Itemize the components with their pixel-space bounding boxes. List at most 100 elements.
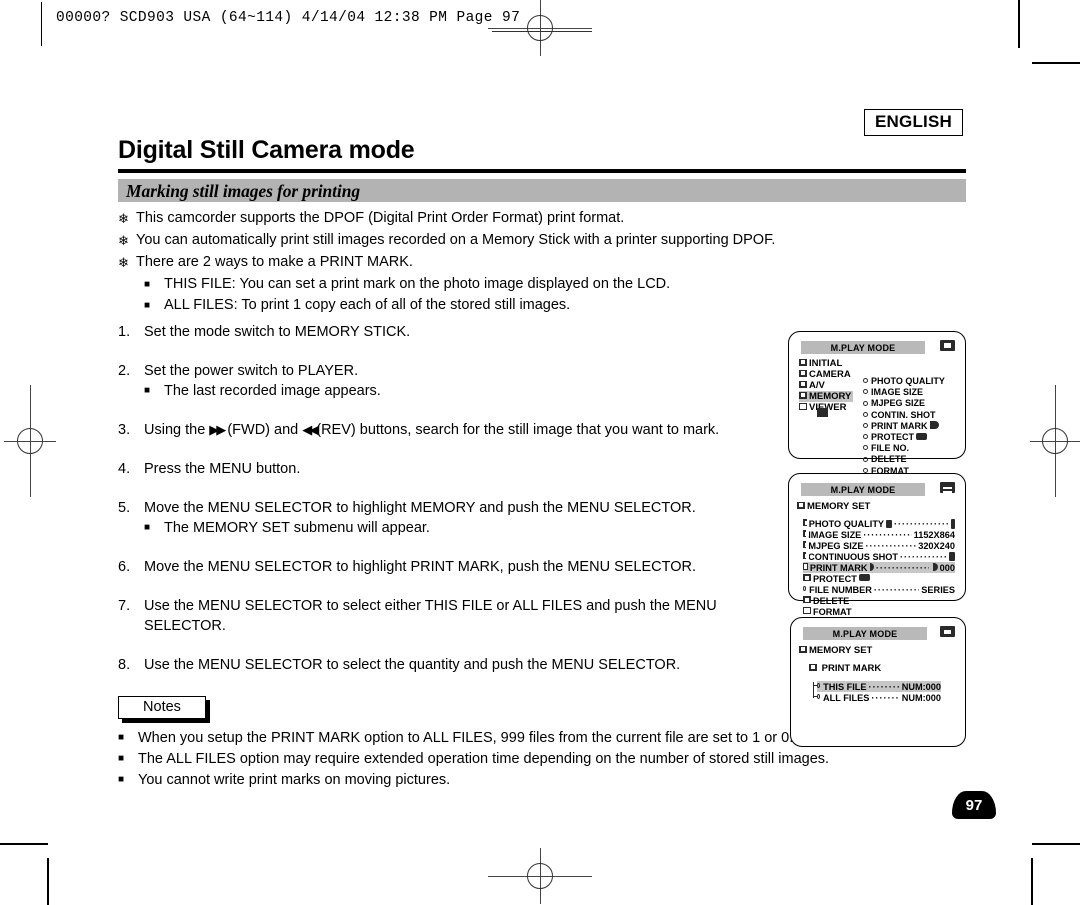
row-image-size[interactable]: IMAGE SIZE ·····························… <box>803 529 955 540</box>
battery-icon <box>951 518 955 529</box>
menu-label: A/V <box>809 380 825 391</box>
lcd-screen-print-mark: M.PLAY MODE MEMORY SET PRINT MARK THIS F… <box>790 617 966 747</box>
clover-bullet-icon: ❄ <box>118 211 129 226</box>
title-underline <box>118 169 966 173</box>
lcd-left-menu: INITIAL CAMERA A/V MEMORY VIEWER <box>799 358 854 413</box>
menu-item-initial[interactable]: INITIAL <box>799 358 853 369</box>
fast-forward-icon: ▶▶ <box>209 422 226 437</box>
photo-icon <box>940 626 955 637</box>
submenu-item-print-mark[interactable]: PRINT MARK <box>863 421 945 432</box>
row-photo-quality[interactable]: PHOTO QUALITY ··························… <box>803 518 955 529</box>
intro-bullet-text: You can automatically print still images… <box>136 232 776 248</box>
row-format[interactable]: FORMAT <box>803 606 955 617</box>
step-text: Using the ▶▶ (FWD) and ◀◀(REV) buttons, … <box>144 420 719 440</box>
step-text-fwd: (FWD) and <box>227 422 303 438</box>
menu-item-av[interactable]: A/V <box>799 380 853 391</box>
step-text: Set the power switch to PLAYER. <box>144 363 359 379</box>
square-bullet-icon: ■ <box>118 732 125 743</box>
submenu-label: PROTECT <box>871 432 915 443</box>
step-text: Press the MENU button. <box>144 461 301 477</box>
protect-icon <box>916 433 928 441</box>
step-number: 7. <box>118 598 131 614</box>
option-all-files[interactable]: ALL FILES ···················· NUM:000 <box>817 692 941 703</box>
step-text: Use the MENU SELECTOR to select either T… <box>144 598 717 634</box>
menu-item-memory[interactable]: MEMORY <box>799 391 854 402</box>
menu-item-camera[interactable]: CAMERA <box>799 369 853 380</box>
lcd-screen-memory-set: M.PLAY MODE MEMORY SET PHOTO QUALITY ···… <box>788 473 966 617</box>
folder-icon <box>799 391 807 399</box>
row-protect[interactable]: PROTECT <box>803 573 955 584</box>
row-mjpeg-size[interactable]: MJPEG SIZE ·····························… <box>803 540 955 551</box>
intro-bullet-text: This camcorder supports the DPOF (Digita… <box>136 210 625 226</box>
list-item: ■ The ALL FILES option may require exten… <box>118 749 908 769</box>
step-8: 8. Use the MENU SELECTOR to select the q… <box>118 655 778 675</box>
step-7: 7. Use the MENU SELECTOR to select eithe… <box>118 596 778 636</box>
folder-icon <box>799 380 807 388</box>
memory-set-list: PHOTO QUALITY ··························… <box>803 518 956 617</box>
row-file-number[interactable]: FILE NUMBER ····························… <box>803 584 955 595</box>
step-number: 1. <box>118 324 131 340</box>
leader-dots: ······························ <box>900 551 947 562</box>
step-number: 4. <box>118 461 131 477</box>
submenu-item-image-size[interactable]: IMAGE SIZE <box>863 387 945 398</box>
row-label: FILE NUMBER <box>809 584 872 595</box>
option-value: NUM:000 <box>901 681 941 692</box>
folder-icon <box>803 596 811 603</box>
memory-card-icon <box>940 340 955 351</box>
row-label: DELETE <box>813 595 850 606</box>
step-text: Use the MENU SELECTOR to select the quan… <box>144 657 681 673</box>
row-label: PROTECT <box>813 573 857 584</box>
submenu-item-photo-quality[interactable]: PHOTO QUALITY <box>863 376 945 387</box>
folder-icon <box>803 574 811 581</box>
notes-label: Notes <box>143 699 181 715</box>
submenu-item-delete[interactable]: DELETE <box>863 454 945 465</box>
heading-label: MEMORY SET <box>809 645 873 656</box>
memory-set-heading: MEMORY SET <box>797 501 870 512</box>
menu-label: INITIAL <box>809 358 843 369</box>
option-this-file[interactable]: THIS FILE ···················· NUM:000 <box>817 681 941 692</box>
row-value: 1152X864 <box>913 529 955 540</box>
page-title: Digital Still Camera mode <box>118 136 415 164</box>
square-bullet-icon: ■ <box>118 753 125 764</box>
note-text: You cannot write print marks on moving p… <box>138 772 451 788</box>
submenu-label: DELETE <box>871 454 907 465</box>
radio-icon <box>803 586 807 591</box>
row-continuous-shot[interactable]: CONTINUOUS SHOT ························… <box>803 551 956 562</box>
option-label: THIS FILE <box>823 681 867 692</box>
row-delete[interactable]: DELETE <box>803 595 955 606</box>
step-2: 2. Set the power switch to PLAYER. <box>118 361 778 381</box>
row-label: CONTINUOUS SHOT <box>808 551 899 562</box>
leader-dots: ······························ <box>894 518 950 529</box>
submenu-item-mjpeg-size[interactable]: MJPEG SIZE <box>863 398 945 409</box>
lcd-title-bar: M.PLAY MODE <box>801 341 925 354</box>
leader-dots: ······························ <box>865 540 917 551</box>
section-title: Marking still images for printing <box>126 181 360 201</box>
submenu-item-protect[interactable]: PROTECT <box>863 432 945 443</box>
folder-icon <box>799 645 807 653</box>
rewind-icon: ◀◀ <box>302 422 319 437</box>
folder-open-icon <box>803 607 811 614</box>
row-label: PHOTO QUALITY <box>808 518 885 529</box>
list-item: ❄ You can automatically print still imag… <box>118 231 898 250</box>
row-print-mark[interactable]: PRINT MARK ···························· … <box>803 562 955 573</box>
row-label: MJPEG SIZE <box>808 540 864 551</box>
print-mark-icon <box>929 421 939 430</box>
leader-dots: ···················· <box>868 681 900 692</box>
list-item: ■ ALL FILES: To print 1 copy each of all… <box>144 296 898 315</box>
lcd-right-submenu: PHOTO QUALITY IMAGE SIZE MJPEG SIZE CONT… <box>863 376 945 477</box>
submenu-item-contin-shot[interactable]: CONTIN. SHOT <box>863 410 945 421</box>
list-item: ■ THIS FILE: You can set a print mark on… <box>144 275 898 294</box>
list-item: ■ You cannot write print marks on moving… <box>118 770 908 790</box>
clover-bullet-icon: ❄ <box>118 255 129 270</box>
intro-subbullet-text: ALL FILES: To print 1 copy each of all o… <box>164 297 571 313</box>
folder-icon <box>803 552 810 559</box>
submenu-item-file-no[interactable]: FILE NO. <box>863 443 945 454</box>
print-mark-options: THIS FILE ···················· NUM:000 A… <box>817 681 941 703</box>
procedure-steps: 1. Set the mode switch to MEMORY STICK. … <box>118 322 778 675</box>
folder-icon <box>797 501 805 509</box>
language-badge: ENGLISH <box>864 109 963 136</box>
list-item: ❄ This camcorder supports the DPOF (Digi… <box>118 209 898 228</box>
step-text: Move the MENU SELECTOR to highlight PRIN… <box>144 559 696 575</box>
